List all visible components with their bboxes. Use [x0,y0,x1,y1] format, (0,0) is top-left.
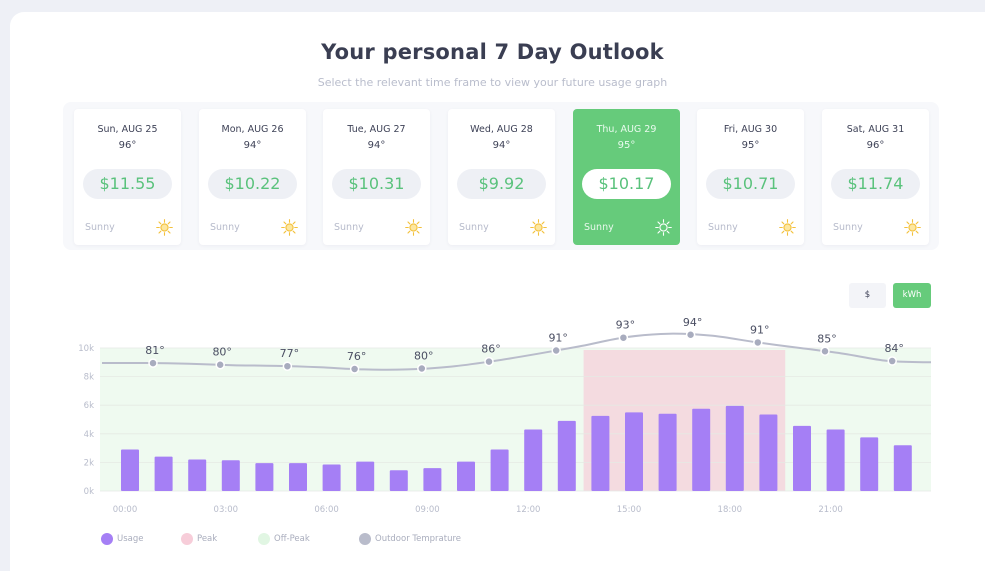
y-tick-label: 4k [84,430,94,440]
legend-label: Off-Peak [274,534,310,544]
x-tick-label: 12:00 [516,505,541,515]
temperature-label: 86° [481,343,501,356]
temperature-point [215,359,225,370]
temperature-label: 93° [616,319,636,332]
x-tick-label: 00:00 [113,505,138,515]
usage-bar [759,414,778,491]
x-tick-label: 15:00 [617,505,642,515]
y-tick-label: 10k [78,344,94,354]
usage-bar [658,413,677,491]
temperature-point [618,332,629,343]
temperature-label: 80° [212,346,232,359]
temperature-point [685,330,696,340]
legend-swatch [101,533,113,545]
legend-swatch [359,533,371,545]
legend-label: Usage [117,534,144,544]
legend-swatch [181,533,193,545]
x-tick-label: 03:00 [214,505,239,515]
usage-bar [490,449,509,491]
usage-bar [557,420,576,491]
x-tick-label: 09:00 [415,505,440,515]
usage-bar [725,405,744,491]
usage-bar [255,463,274,491]
usage-bar [356,461,375,491]
usage-bar [591,415,610,491]
legend-swatch [258,533,270,545]
temperature-point [282,361,293,371]
usage-bar [322,464,341,491]
usage-bar [121,449,139,491]
usage-bar [893,445,912,491]
x-tick-label: 06:00 [314,505,339,515]
x-tick-label: 18:00 [718,505,743,515]
temperature-point [551,345,561,356]
legend-label: Outdoor Temprature [375,534,462,544]
temperature-label: 80° [414,350,434,363]
temperature-point [887,356,897,366]
usage-bar [524,429,543,491]
y-tick-label: 6k [84,401,94,411]
usage-chart: 0k 2k 4k 6k 8k 10k 00:00 03:00 06:00 09:00 12:00 15… [78,316,932,515]
temperature-label: 84° [884,342,904,355]
usage-bar [625,412,643,491]
temperature-label: 91° [750,323,770,336]
usage-bar [154,456,173,491]
usage-bar [389,470,408,491]
temperature-point [148,358,158,368]
x-tick-label: 21:00 [818,505,843,515]
usage-bar [826,429,845,491]
temperature-label: 81° [145,344,165,357]
usage-bar [289,463,307,491]
peak-band [583,350,786,491]
temperature-label: 77° [280,347,300,360]
temperature-point [820,346,830,357]
usage-bar [457,461,475,491]
usage-bar [860,437,879,491]
temperature-point [753,337,763,348]
temperature-label: 76° [347,350,367,363]
y-tick-label: 0k [84,487,94,497]
y-tick-label: 8k [84,373,94,383]
usage-bar [793,425,811,491]
legend-label: Peak [197,534,218,544]
y-tick-label: 2k [84,458,94,468]
temperature-point [484,356,494,367]
temperature-label: 91° [548,331,568,344]
temperature-point [349,364,360,374]
temperature-label: 94° [683,316,703,329]
temperature-point [417,363,427,374]
usage-bar [423,468,442,491]
usage-bar [221,460,240,491]
usage-bar [188,459,207,491]
temperature-label: 85° [817,332,837,345]
usage-bar [692,408,711,491]
